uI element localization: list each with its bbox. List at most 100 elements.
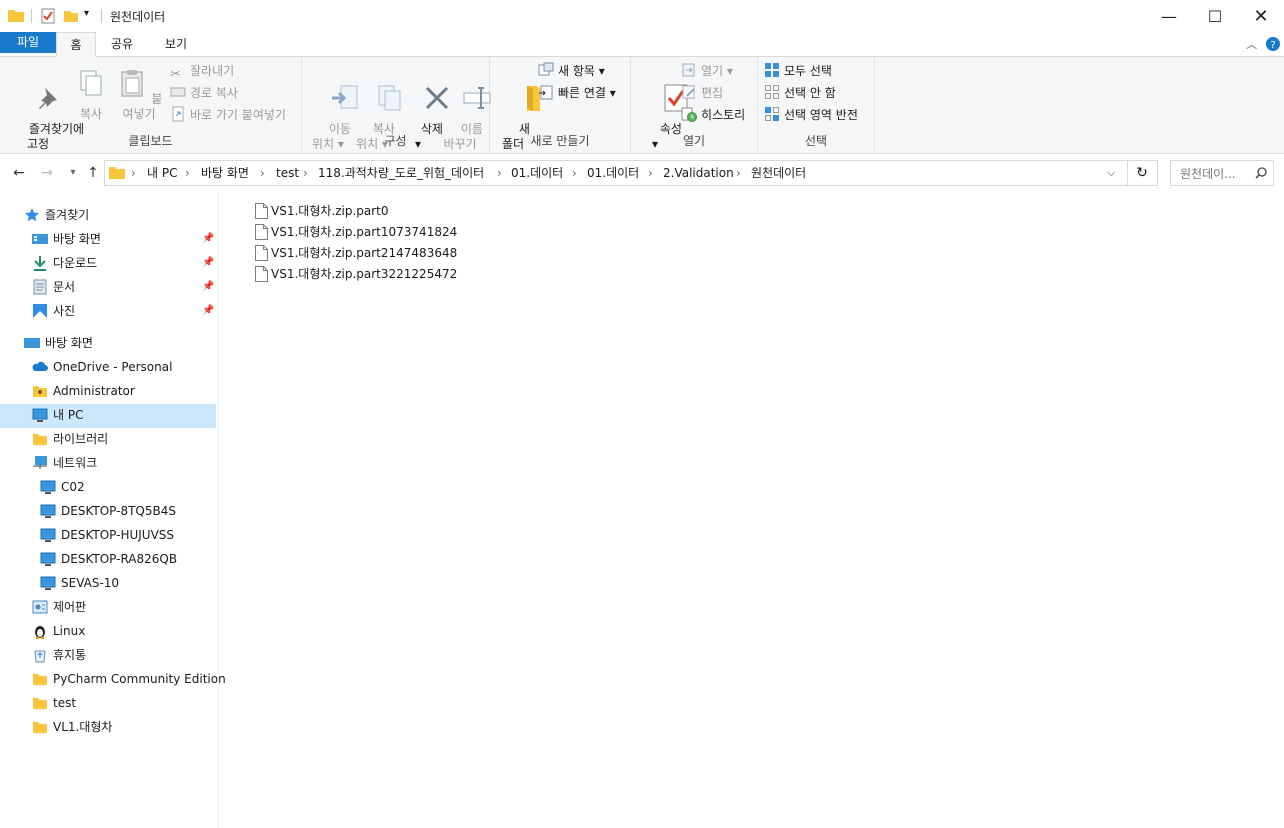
paste-shortcut-button[interactable]: 바로 가기 붙여넣기 (170, 105, 286, 125)
new-item-button[interactable]: 새 항목 ▾ (538, 61, 605, 81)
tab-share[interactable]: 공유 (102, 32, 142, 56)
copy-path-icon (170, 87, 186, 97)
nav-label: DESKTOP-RA826QB (61, 552, 178, 566)
pin-to-quick-access-button[interactable]: 즐겨찾기에 고정 (6, 67, 84, 167)
copy-to-button[interactable]: 복사 위치 ▾ (350, 67, 401, 167)
organize-group-label: 구성 (384, 134, 407, 148)
star-icon (25, 208, 39, 222)
network-icon (33, 456, 47, 469)
breadcrumb-item[interactable]: 2.Validation (663, 161, 734, 185)
nav-label: Administrator (53, 384, 135, 398)
breadcrumb-item[interactable]: test (276, 161, 299, 185)
rename-icon (463, 87, 491, 109)
window-title: 원천데이터 (110, 10, 166, 24)
move-to-button[interactable]: 이동 위치 ▾ (306, 67, 358, 167)
edit-button[interactable]: 편집 (681, 83, 723, 103)
select-none-icon (765, 85, 779, 99)
breadcrumb-item[interactable]: 118.과적차량_도로_위험_데이터 (318, 161, 484, 185)
breadcrumb-separator-icon[interactable]: › (648, 161, 653, 185)
maximize-icon[interactable]: ☐ (1192, 0, 1238, 32)
new-folder-button[interactable]: 새 폴더 (496, 67, 540, 167)
file-icon (255, 245, 268, 261)
folder-icon (33, 722, 47, 733)
history-label: 히스토리 (701, 108, 746, 122)
cut-button[interactable]: ✂ 잘라내기 (170, 61, 234, 82)
back-icon[interactable]: ← (8, 162, 30, 184)
properties-quick-icon[interactable] (40, 8, 56, 26)
organize-group: 이동 위치 ▾ 복사 위치 ▾ 삭제 ▾ 이름 바꾸기 구성 (302, 57, 491, 153)
open-button[interactable]: 열기 ▾ (681, 61, 733, 81)
tab-file[interactable]: 파일 (0, 32, 56, 53)
nav-label: 즐겨찾기 (45, 208, 90, 222)
breadcrumb-separator-icon[interactable]: › (185, 161, 190, 185)
paste-icon (121, 70, 143, 97)
linux-penguin-icon (35, 626, 45, 639)
search-box[interactable]: 원천데이... (1170, 160, 1274, 186)
folder-icon (33, 674, 47, 685)
rename-button[interactable]: 이름 바꾸기 (438, 67, 491, 167)
address-history-chevron-down-icon[interactable]: ⌵ (1107, 161, 1115, 185)
breadcrumb-separator-icon[interactable]: › (131, 161, 136, 185)
new-folder-quick-icon[interactable] (63, 8, 79, 26)
refresh-icon[interactable]: ↻ (1127, 160, 1158, 186)
close-icon[interactable]: ✕ (1238, 0, 1284, 32)
folder-icon (109, 167, 125, 179)
paste-button[interactable]: 붙여넣기 (112, 67, 166, 122)
breadcrumb-item[interactable]: 내 PC (147, 161, 177, 185)
nav-label: 내 PC (53, 408, 84, 422)
help-icon[interactable]: ? (1266, 37, 1280, 51)
file-name: VS1.대형차.zip.part1073741824 (271, 225, 458, 239)
nav-label: VL1.대형차 (53, 720, 113, 734)
breadcrumb-item[interactable]: 바탕 화면 (201, 161, 249, 185)
copy-button[interactable]: 복사 (72, 67, 110, 122)
edit-icon (682, 85, 695, 99)
nav-label: 제어판 (53, 600, 87, 614)
forward-icon[interactable]: → (36, 162, 58, 184)
breadcrumb-separator-icon[interactable]: › (497, 161, 502, 185)
customize-quick-access-icon[interactable]: ▾ (84, 8, 89, 26)
breadcrumb-item[interactable]: 01.데이터 (587, 161, 639, 185)
computer-icon (32, 408, 48, 422)
select-none-button[interactable]: 선택 안 함 (764, 83, 836, 103)
history-button[interactable]: 히스토리 (681, 105, 745, 125)
file-icon (255, 224, 268, 240)
select-all-icon (765, 63, 779, 77)
delete-button[interactable]: 삭제 ▾ (398, 67, 448, 167)
title-bar: ▾ 원천데이터 — ☐ ✕ (0, 0, 1284, 32)
clipboard-group-label: 클립보드 (128, 134, 173, 148)
breadcrumb-item[interactable]: 01.데이터 (511, 161, 563, 185)
nav-label: SEVAS-10 (61, 576, 120, 590)
pin-icon: 📌 (202, 281, 215, 292)
copy-path-button[interactable]: 경로 복사 (170, 83, 238, 103)
invert-selection-button[interactable]: 선택 영역 반전 (764, 105, 858, 125)
breadcrumb-item[interactable]: 원천데이터 (751, 161, 806, 185)
properties-button[interactable]: 속성 ▾ (637, 67, 688, 167)
tab-home[interactable]: 홈 (56, 32, 96, 58)
collapse-ribbon-icon[interactable]: ︿ (1246, 36, 1257, 52)
ribbon: 즐겨찾기에 고정 복사 붙여넣기 ✂ 잘라내기 경로 복사 바로 가기 붙여넣기 … (0, 57, 1284, 154)
recent-locations-icon[interactable]: ▾ (62, 162, 84, 184)
tab-view[interactable]: 보기 (156, 32, 196, 56)
recycle-bin-icon (34, 650, 46, 663)
folder-icon (33, 698, 47, 709)
select-all-button[interactable]: 모두 선택 (764, 61, 832, 81)
cloud-icon (32, 361, 48, 371)
nav-label: test (53, 696, 77, 710)
new-group-label: 새로 만들기 (530, 134, 590, 148)
nav-label: 바탕 화면 (45, 336, 93, 350)
easy-access-button[interactable]: 빠른 연결 ▾ (538, 83, 616, 103)
search-placeholder: 원천데이... (1180, 167, 1236, 181)
breadcrumb-separator-icon[interactable]: › (303, 161, 308, 185)
control-panel-icon (32, 600, 48, 614)
separator (31, 9, 32, 23)
breadcrumb-separator-icon[interactable]: › (572, 161, 577, 185)
minimize-icon[interactable]: — (1146, 0, 1192, 32)
breadcrumb-separator-icon[interactable]: › (260, 161, 265, 185)
search-icon[interactable] (1255, 167, 1267, 179)
breadcrumb-separator-icon[interactable]: › (736, 161, 741, 185)
copy-label: 복사 (79, 107, 103, 121)
file-icon (255, 203, 268, 219)
nav-label: 사진 (53, 304, 76, 318)
up-icon[interactable]: ↑ (82, 162, 104, 184)
address-bar[interactable]: › 내 PC › 바탕 화면 › test › 118.과적차량_도로_위험_데… (104, 160, 1128, 186)
